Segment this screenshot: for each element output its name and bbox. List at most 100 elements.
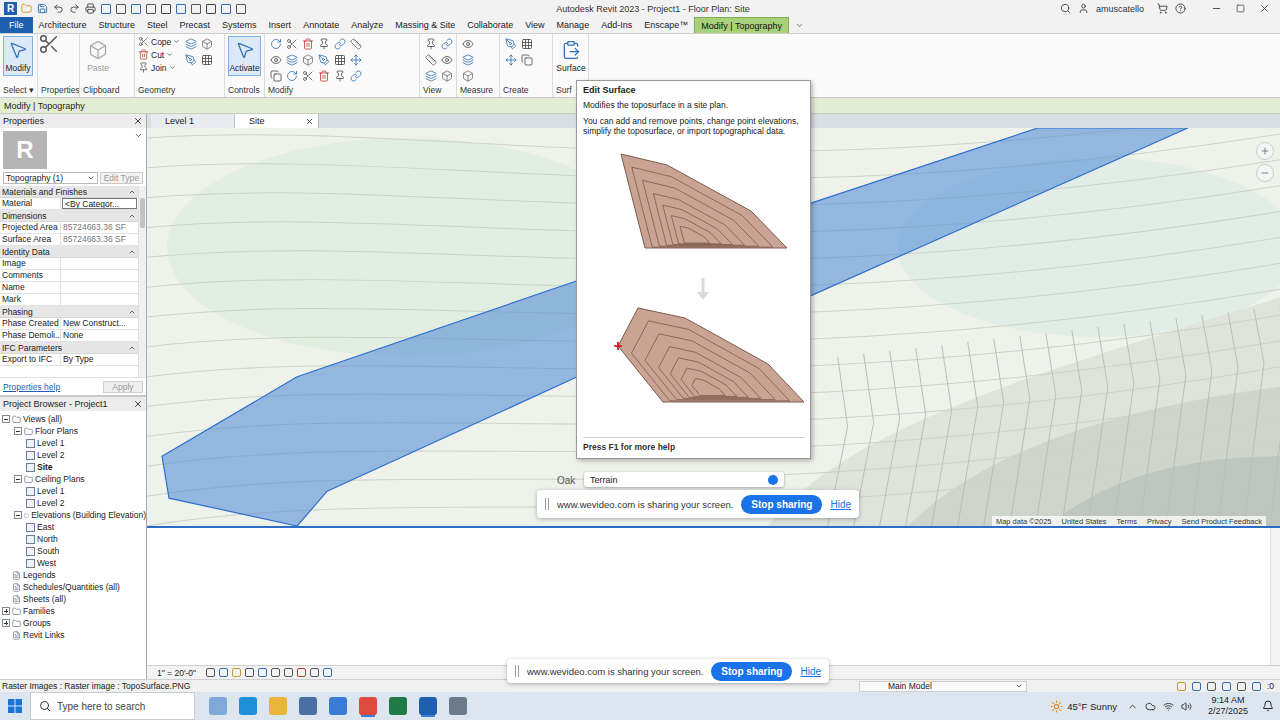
file-explorer-icon[interactable] (269, 697, 287, 715)
app-icon[interactable] (449, 697, 467, 715)
chevron-down-icon[interactable] (1015, 682, 1023, 690)
collapse-icon[interactable] (14, 475, 22, 483)
view-control-icon[interactable] (271, 668, 280, 677)
property-value[interactable] (61, 294, 138, 305)
link-icon[interactable] (334, 38, 346, 50)
view-control-icon[interactable] (284, 668, 293, 677)
zoom-button[interactable] (1256, 164, 1274, 182)
status-icon[interactable] (1237, 682, 1246, 691)
quick-tool-icon[interactable] (236, 4, 246, 14)
attribution-link[interactable]: Map data ©2025 (996, 517, 1052, 526)
property-value[interactable]: None (61, 330, 138, 341)
eye-icon[interactable] (462, 38, 474, 50)
tree-item[interactable]: Views (all) (2, 413, 146, 425)
property-value[interactable] (61, 258, 138, 269)
property-row[interactable]: Mark (0, 294, 138, 306)
ribbon-tab[interactable]: Add-Ins (595, 17, 638, 33)
close-icon[interactable] (305, 117, 314, 126)
ribbon-tab[interactable]: Modify | Topography (694, 17, 789, 33)
chrome-icon[interactable] (359, 697, 377, 715)
status-icon[interactable] (1252, 682, 1261, 691)
link-icon[interactable] (350, 70, 362, 82)
notifications[interactable] (1256, 692, 1280, 720)
quick-tool-icon[interactable] (206, 4, 216, 14)
box-icon[interactable] (302, 54, 314, 66)
chevron-down-icon[interactable] (166, 51, 173, 58)
status-icon[interactable] (1177, 682, 1186, 691)
property-section[interactable]: IFC Parameters (0, 342, 138, 354)
property-section[interactable]: Materials and Finishes (0, 186, 138, 198)
stop-sharing-button[interactable]: Stop sharing (711, 662, 792, 681)
ribbon-tab[interactable]: Collaborate (461, 17, 519, 33)
start-button[interactable] (0, 692, 30, 720)
attribution-link[interactable]: Privacy (1147, 517, 1172, 526)
user-name[interactable]: amuscatello (1096, 4, 1144, 14)
open-icon[interactable] (21, 3, 32, 14)
property-row[interactable]: Comments (0, 270, 138, 282)
pin-icon[interactable] (138, 62, 149, 73)
ribbon-small-button[interactable]: Cut (138, 49, 180, 60)
collapse-icon[interactable] (14, 511, 22, 519)
expand-icon[interactable] (2, 607, 10, 615)
grid-icon[interactable] (334, 54, 346, 66)
ribbon-group-label[interactable]: Geometry (135, 84, 224, 97)
ruler-icon[interactable] (425, 54, 437, 66)
tree-item[interactable]: West (2, 557, 146, 569)
chevron-up-icon[interactable] (1127, 701, 1138, 712)
layers-icon[interactable] (425, 70, 437, 82)
selection-filter[interactable]: :0 (1267, 681, 1274, 691)
tree-item[interactable]: Level 1 (2, 437, 146, 449)
move-icon[interactable] (505, 54, 517, 66)
chevron-down-icon[interactable] (173, 38, 180, 45)
search-icon[interactable] (1060, 3, 1071, 14)
zoom-out-icon[interactable] (1260, 168, 1270, 178)
view-control-icon[interactable] (323, 668, 332, 677)
box-icon[interactable] (201, 38, 213, 50)
layers-icon[interactable] (286, 54, 298, 66)
chevron-down-icon[interactable] (87, 174, 95, 182)
zoom-button[interactable] (1256, 142, 1274, 160)
ribbon-group-label[interactable]: Select ▾ (0, 84, 37, 97)
ribbon-tab[interactable]: Steel (141, 17, 174, 33)
ribbon-group-label[interactable]: Modify (265, 84, 419, 97)
tree-item[interactable]: East (2, 521, 146, 533)
quick-tool-icon[interactable] (116, 4, 126, 14)
delete-icon[interactable] (138, 49, 149, 60)
tree-item[interactable]: Level 1 (2, 485, 146, 497)
property-value[interactable]: 85724663.36 SF (61, 222, 138, 233)
windows-logo-icon[interactable] (8, 699, 22, 713)
attribution-link[interactable]: Terms (1117, 517, 1137, 526)
workset-dropdown[interactable]: Main Model (859, 681, 1027, 692)
map-layer-button[interactable]: Terrain (584, 472, 784, 487)
tree-item[interactable]: Sheets (all) (2, 593, 146, 605)
scroll-thumb[interactable] (140, 198, 145, 228)
move-icon[interactable] (350, 54, 362, 66)
ribbon-tab[interactable]: Insert (263, 17, 298, 33)
drag-handle-icon[interactable] (515, 665, 519, 677)
clock[interactable]: 9:14 AM2/27/2025 (1200, 692, 1256, 720)
pin-icon[interactable] (425, 38, 437, 50)
ribbon-tab[interactable]: Annotate (297, 17, 345, 33)
property-value[interactable]: By Type (61, 354, 138, 365)
toggle-icon[interactable] (768, 475, 778, 485)
cart-icon[interactable] (1157, 3, 1168, 14)
view-control-icon[interactable] (219, 668, 228, 677)
delete-icon[interactable] (318, 70, 330, 82)
status-icon[interactable] (1222, 682, 1231, 691)
property-section[interactable]: Identity Data (0, 246, 138, 258)
ribbon-group-label[interactable]: Properties (38, 84, 79, 97)
tab-options[interactable] (789, 17, 810, 33)
print-icon[interactable] (85, 3, 96, 14)
view-control-icon[interactable] (232, 668, 241, 677)
copy-icon[interactable] (521, 54, 533, 66)
ribbon-tab[interactable]: Massing & Site (389, 17, 461, 33)
scissors-icon[interactable] (138, 36, 149, 47)
view-control-icon[interactable] (258, 668, 267, 677)
collapse-icon[interactable] (14, 427, 22, 435)
collapse-icon[interactable] (128, 248, 136, 256)
edge-icon[interactable] (239, 697, 257, 715)
ruler-icon[interactable] (350, 38, 362, 50)
tree-item[interactable]: Families (2, 605, 146, 617)
app-logo[interactable]: R (4, 2, 17, 15)
collapse-icon[interactable] (128, 308, 136, 316)
